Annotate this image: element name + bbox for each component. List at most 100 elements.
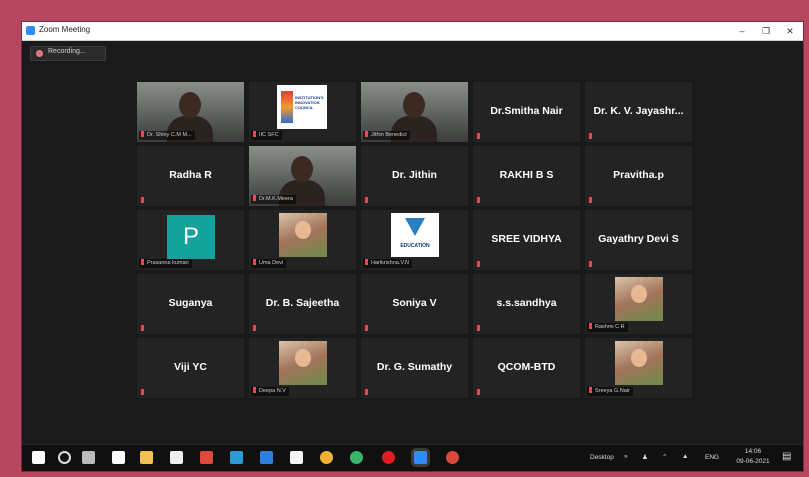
muted-mic-icon	[365, 259, 368, 265]
profile-photo	[279, 213, 327, 257]
office-icon[interactable]	[200, 451, 213, 464]
participant-tile[interactable]: Soniya V	[361, 274, 468, 334]
windows-start-icon[interactable]	[32, 451, 45, 464]
participant-name: Uma Devi	[259, 260, 284, 266]
minimize-button[interactable]: –	[731, 22, 753, 40]
face	[295, 221, 311, 239]
participant-name-caption: Sreeya G.Nair	[587, 387, 633, 396]
muted-mic-icon	[253, 131, 256, 137]
chrome-2-icon[interactable]	[446, 451, 459, 464]
participant-tile[interactable]: Gayathry Devi S	[585, 210, 692, 270]
muted-mic-icon	[589, 261, 592, 267]
person-silhouette	[403, 92, 425, 118]
mail-icon[interactable]	[112, 451, 125, 464]
participant-tile[interactable]: Dr. K. V. Jayashr...	[585, 82, 692, 142]
participant-tile[interactable]: QCOM-BTD	[473, 338, 580, 398]
participant-tile[interactable]: Dr. Shiny C.M M...	[137, 82, 244, 142]
files-icon[interactable]	[140, 451, 153, 464]
muted-mic-icon	[141, 259, 144, 265]
participant-name-caption: Deepa N.V	[251, 387, 289, 396]
participant-tile[interactable]: Dr.M.K.Meera	[249, 146, 356, 206]
logo-mark	[281, 91, 293, 123]
avatar: P	[167, 215, 215, 259]
participant-name: Harikrishna.V.N	[371, 260, 410, 266]
participant-name: Dr. Jithin	[392, 169, 437, 181]
participant-tile[interactable]: Rashmi C R	[585, 274, 692, 334]
participant-tile[interactable]: Jithin Benedict	[361, 82, 468, 142]
title-bar[interactable]: Zoom Meeting – ❐ ✕	[22, 22, 803, 41]
clock-time[interactable]: 14:06	[733, 448, 773, 455]
participant-name-caption: Uma Devi	[251, 259, 287, 268]
participant-tile[interactable]: P Prasanna kumari	[137, 210, 244, 270]
muted-mic-icon	[365, 131, 368, 137]
muted-mic-icon	[477, 325, 480, 331]
profile-photo	[279, 341, 327, 385]
participant-name: Rashmi C R	[595, 324, 625, 330]
search-icon[interactable]	[58, 451, 71, 464]
participant-name: Sreeya G.Nair	[595, 388, 630, 394]
clock-date[interactable]: 09-06-2021	[728, 458, 778, 465]
notification-icon[interactable]: ▤	[782, 451, 791, 462]
participant-name: Pravitha.p	[613, 169, 664, 181]
participant-name-caption: IIC SFC	[251, 131, 282, 140]
muted-mic-icon	[141, 389, 144, 395]
people-icon[interactable]: ♟	[642, 453, 648, 461]
language-indicator[interactable]: ENG	[705, 454, 719, 461]
participant-tile[interactable]: Dr.Smitha Nair	[473, 82, 580, 142]
logo-mark	[405, 218, 425, 236]
participant-name: Dr. Shiny C.M M...	[147, 132, 192, 138]
recording-indicator[interactable]: Recording...	[30, 46, 106, 61]
face	[631, 349, 647, 367]
muted-mic-icon	[589, 387, 592, 393]
participant-name: Gayathry Devi S	[598, 233, 679, 245]
participant-tile[interactable]: Radha R	[137, 146, 244, 206]
muted-mic-icon	[141, 131, 144, 137]
participant-tile[interactable]: Suganya	[137, 274, 244, 334]
participant-tile[interactable]: s.s.sandhya	[473, 274, 580, 334]
store-icon[interactable]	[170, 451, 183, 464]
participant-tile[interactable]: Dr. B. Sajeetha	[249, 274, 356, 334]
muted-mic-icon	[365, 325, 368, 331]
app-green-icon[interactable]	[350, 451, 363, 464]
participant-tile[interactable]: EDUCATION Harikrishna.V.N	[361, 210, 468, 270]
participant-tile[interactable]: INSTITUTION'S INNOVATION COUNCIL IIC SFC	[249, 82, 356, 142]
show-hidden-icons[interactable]: ⌃	[662, 453, 667, 461]
ludo-icon[interactable]	[230, 451, 243, 464]
participant-tile[interactable]: SREE VIDHYA	[473, 210, 580, 270]
muted-mic-icon	[141, 197, 144, 203]
desktop-toolbar[interactable]: Desktop	[590, 454, 614, 461]
participant-name: Dr. B. Sajeetha	[265, 297, 340, 309]
muted-mic-icon	[141, 325, 144, 331]
opera-icon[interactable]	[382, 451, 395, 464]
participant-tile[interactable]: Pravitha.p	[585, 146, 692, 206]
muted-mic-icon	[589, 133, 592, 139]
participant-tile[interactable]: Dr. G. Sumathy	[361, 338, 468, 398]
muted-mic-icon	[253, 259, 256, 265]
participant-tile[interactable]: Deepa N.V	[249, 338, 356, 398]
windows-taskbar: Desktop » ♟ ⌃ ▲ ENG 14:06 09-06-2021 ▤	[22, 444, 803, 471]
maximize-button[interactable]: ❐	[755, 22, 777, 40]
participant-tile[interactable]: Uma Devi	[249, 210, 356, 270]
participant-tile[interactable]: Dr. Jithin	[361, 146, 468, 206]
zoom-icon[interactable]	[414, 451, 427, 464]
participant-tile[interactable]: Sreeya G.Nair	[585, 338, 692, 398]
chevron-icon[interactable]: »	[624, 453, 628, 460]
edge-icon[interactable]	[260, 451, 273, 464]
logo-text: EDUCATION	[400, 243, 430, 249]
muted-mic-icon	[589, 197, 592, 203]
participant-name: Prasanna kumari	[147, 260, 189, 266]
word-icon[interactable]	[290, 451, 303, 464]
chrome-icon[interactable]	[320, 451, 333, 464]
task-view-icon[interactable]	[82, 451, 95, 464]
network-icon[interactable]: ▲	[682, 453, 688, 460]
participant-tile[interactable]: Viji YC	[137, 338, 244, 398]
profile-photo	[615, 277, 663, 321]
close-button[interactable]: ✕	[779, 22, 801, 40]
muted-mic-icon	[365, 389, 368, 395]
record-icon	[36, 50, 43, 57]
profile-photo	[615, 341, 663, 385]
participant-tile[interactable]: RAKHI B S	[473, 146, 580, 206]
logo-text: INSTITUTION'S INNOVATION COUNCIL	[295, 95, 324, 110]
participant-name: Deepa N.V	[259, 388, 286, 394]
muted-mic-icon	[589, 323, 592, 329]
